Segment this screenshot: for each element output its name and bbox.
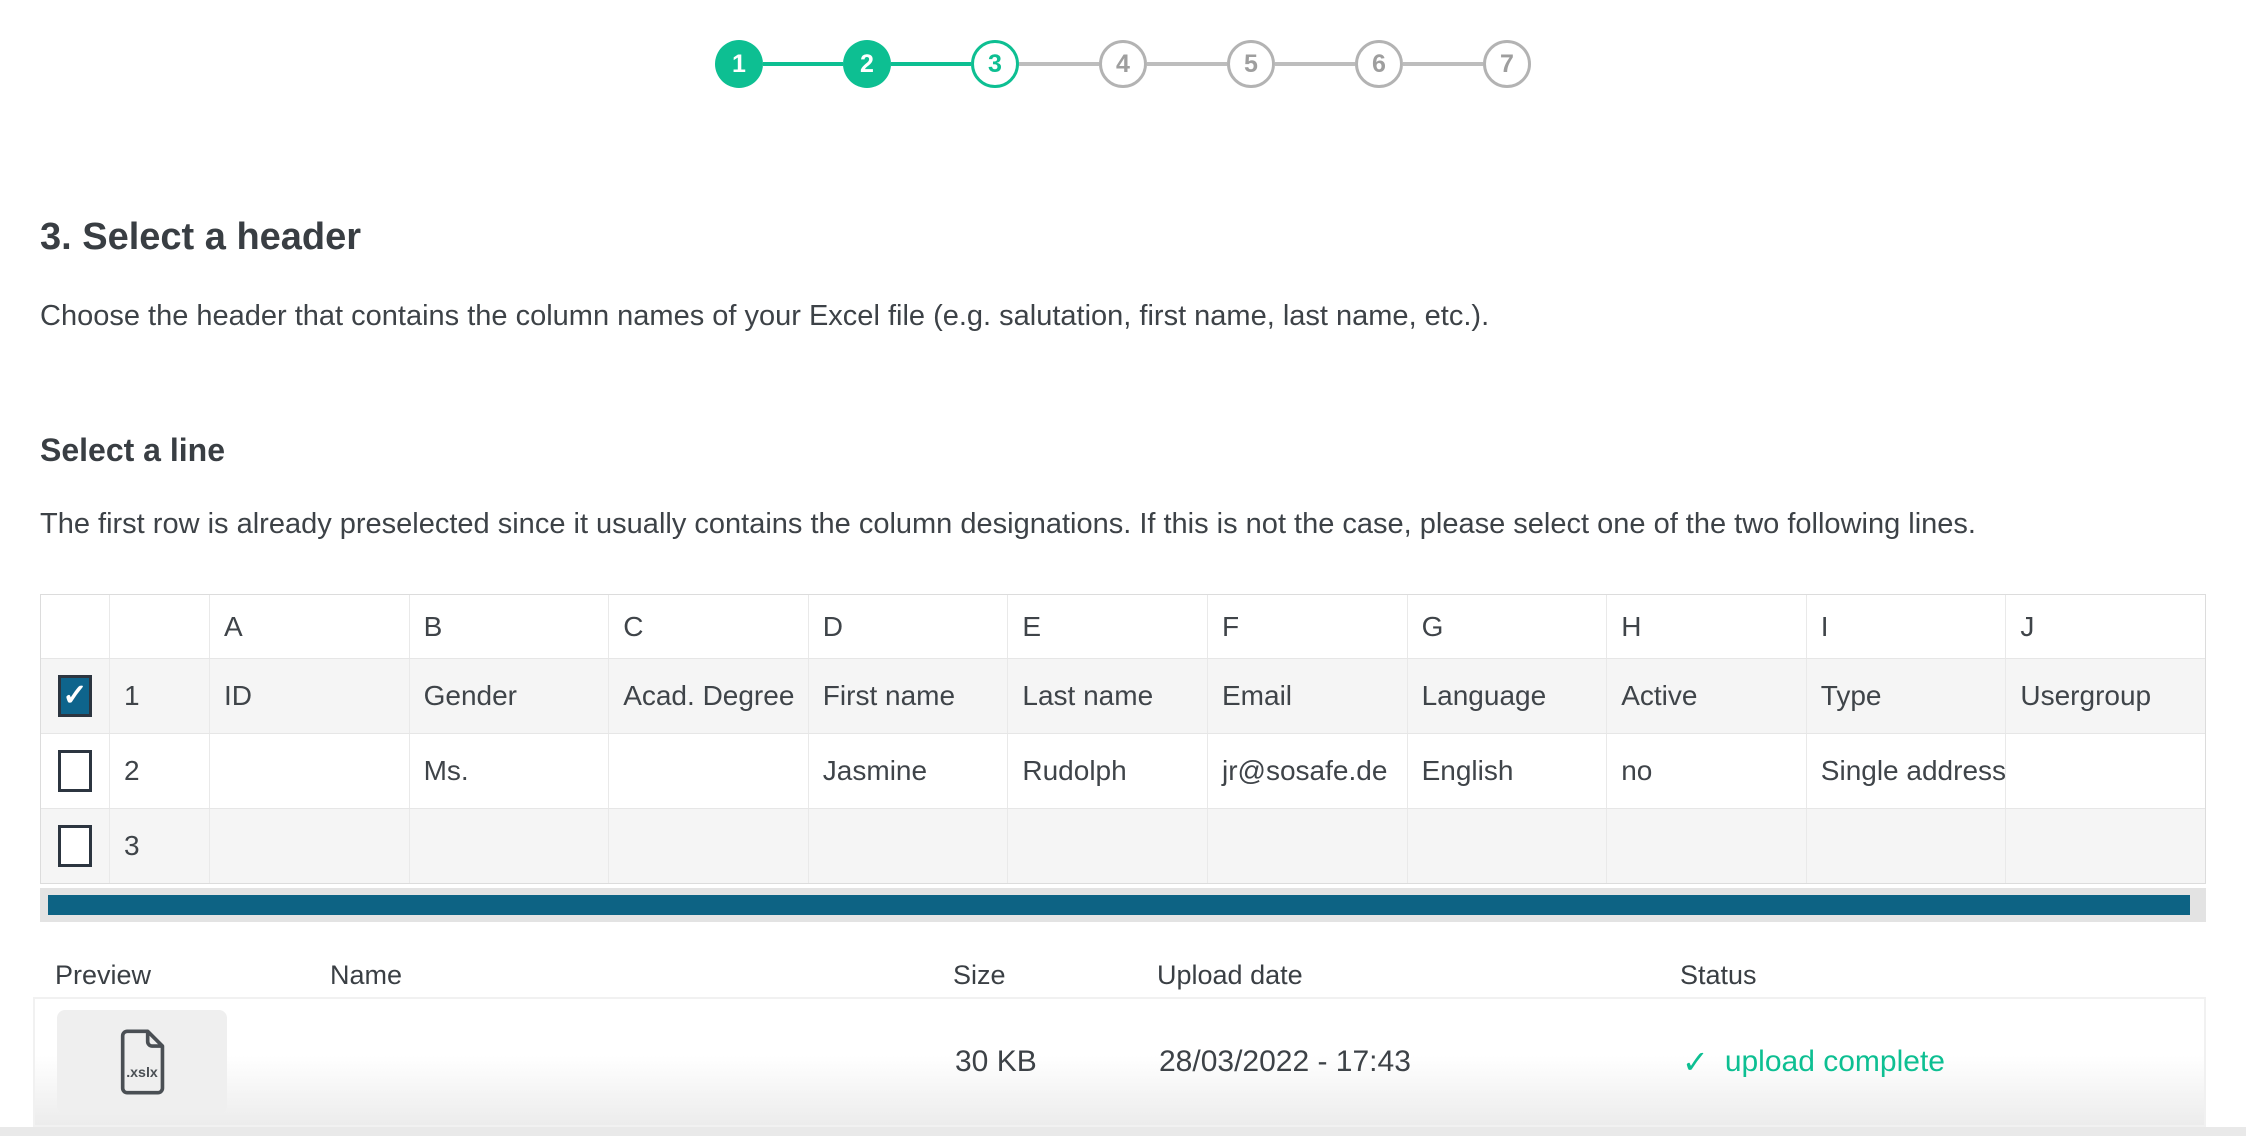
sheet-preview-table: ABCDEFGHIJ✓1IDGenderAcad. DegreeFirst na… — [40, 594, 2206, 884]
page-description: Choose the header that contains the colu… — [40, 300, 1489, 333]
page-title: 3. Select a header — [40, 216, 361, 259]
column-letter-H: H — [1606, 595, 1806, 658]
sheet-cell-A2 — [209, 734, 409, 808]
checkmark-icon: ✓ — [62, 681, 87, 711]
sheet-corner-cell — [41, 595, 109, 658]
column-letter-E: E — [1007, 595, 1207, 658]
sheet-cell-A1: ID — [209, 659, 409, 733]
file-status: ✓ upload complete — [1660, 1045, 2204, 1079]
file-thumbnail: .xslx — [57, 1010, 227, 1114]
row-checkbox-cell: ✓ — [41, 659, 109, 733]
sheet-cell-D3 — [808, 809, 1008, 883]
sheet-cell-F3 — [1207, 809, 1407, 883]
sheet-cell-G2: English — [1407, 734, 1607, 808]
sheet-cell-D2: Jasmine — [808, 734, 1008, 808]
row-select-checkbox-1[interactable]: ✓ — [58, 675, 92, 717]
row-checkbox-cell — [41, 809, 109, 883]
sheet-cell-G3 — [1407, 809, 1607, 883]
file-list-header: Preview Name Size Upload date Status — [33, 960, 2206, 991]
step-7[interactable]: 7 — [1483, 40, 1531, 88]
sheet-cell-J1: Usergroup — [2005, 659, 2205, 733]
sheet-cell-B3 — [409, 809, 609, 883]
file-header-size: Size — [931, 960, 1135, 991]
row-number: 1 — [109, 659, 209, 733]
horizontal-scrollbar-thumb[interactable] — [48, 895, 2190, 915]
column-letter-D: D — [808, 595, 1008, 658]
sheet-cell-A3 — [209, 809, 409, 883]
file-status-label: upload complete — [1725, 1045, 1945, 1079]
step-6[interactable]: 6 — [1355, 40, 1403, 88]
step-3[interactable]: 3 — [971, 40, 1019, 88]
column-letter-G: G — [1407, 595, 1607, 658]
column-letter-J: J — [2005, 595, 2205, 658]
sheet-cell-I1: Type — [1806, 659, 2006, 733]
bottom-divider — [0, 1127, 2246, 1136]
sheet-cell-E2: Rudolph — [1007, 734, 1207, 808]
step-connector — [1147, 62, 1227, 66]
step-connector — [1275, 62, 1355, 66]
sheet-cell-E3 — [1007, 809, 1207, 883]
sheet-row-2: 2 Ms. JasmineRudolphjr@sosafe.deEnglishnoS… — [41, 733, 2205, 808]
sheet-cell-F2: jr@sosafe.de — [1207, 734, 1407, 808]
step-1[interactable]: 1 — [715, 40, 763, 88]
sheet-cell-C2 — [608, 734, 808, 808]
sheet-cell-C1: Acad. Degree — [608, 659, 808, 733]
uploaded-file-row: .xslx 30 KB 28/03/2022 - 17:43 ✓ upload … — [33, 997, 2206, 1127]
svg-text:.xslx: .xslx — [126, 1065, 158, 1081]
row-select-checkbox-2[interactable] — [58, 750, 92, 792]
row-number: 2 — [109, 734, 209, 808]
select-line-title: Select a line — [40, 432, 225, 469]
sheet-cell-J3 — [2005, 809, 2205, 883]
sheet-cell-H3 — [1606, 809, 1806, 883]
sheet-cell-F1: Email — [1207, 659, 1407, 733]
sheet-cell-D1: First name — [808, 659, 1008, 733]
sheet-cell-E1: Last name — [1007, 659, 1207, 733]
file-preview-cell: .xslx — [35, 1010, 310, 1114]
file-header-upload-date: Upload date — [1135, 960, 1658, 991]
file-size: 30 KB — [933, 1045, 1137, 1079]
column-letter-I: I — [1806, 595, 2006, 658]
upload-wizard-page: 1234567 3. Select a header Choose the he… — [0, 0, 2246, 1136]
column-letter-B: B — [409, 595, 609, 658]
check-icon: ✓ — [1682, 1046, 1709, 1078]
column-letter-C: C — [608, 595, 808, 658]
wizard-stepper: 1 2 3 4 5 6 7 — [715, 40, 1531, 88]
column-letter-F: F — [1207, 595, 1407, 658]
select-line-description: The first row is already preselected sin… — [40, 508, 1976, 541]
step-connector — [1019, 62, 1099, 66]
sheet-cell-I2: Single address — [1806, 734, 2006, 808]
file-header-preview: Preview — [33, 960, 308, 991]
horizontal-scrollbar-track[interactable] — [40, 888, 2206, 922]
step-connector — [763, 62, 843, 66]
sheet-cell-B1: Gender — [409, 659, 609, 733]
sheet-cell-H1: Active — [1606, 659, 1806, 733]
sheet-cell-H2: no — [1606, 734, 1806, 808]
step-connector — [1403, 62, 1483, 66]
sheet-cell-B2: Ms. — [409, 734, 609, 808]
row-select-checkbox-3[interactable] — [58, 825, 92, 867]
xlsx-file-icon: .xslx — [117, 1029, 167, 1095]
file-header-name: Name — [308, 960, 931, 991]
sheet-row-3: 3 — [41, 808, 2205, 883]
file-upload-date: 28/03/2022 - 17:43 — [1137, 1045, 1660, 1079]
file-header-status: Status — [1658, 960, 2206, 991]
step-4[interactable]: 4 — [1099, 40, 1147, 88]
row-number: 3 — [109, 809, 209, 883]
sheet-header-row: ABCDEFGHIJ — [41, 595, 2205, 658]
sheet-cell-G1: Language — [1407, 659, 1607, 733]
step-connector — [891, 62, 971, 66]
sheet-cell-I3 — [1806, 809, 2006, 883]
step-5[interactable]: 5 — [1227, 40, 1275, 88]
sheet-row-1: ✓ 1IDGenderAcad. DegreeFirst nameLast nam… — [41, 658, 2205, 733]
sheet-cell-J2 — [2005, 734, 2205, 808]
column-letter-A: A — [209, 595, 409, 658]
sheet-corner-cell — [109, 595, 209, 658]
step-2[interactable]: 2 — [843, 40, 891, 88]
sheet-cell-C3 — [608, 809, 808, 883]
row-checkbox-cell — [41, 734, 109, 808]
